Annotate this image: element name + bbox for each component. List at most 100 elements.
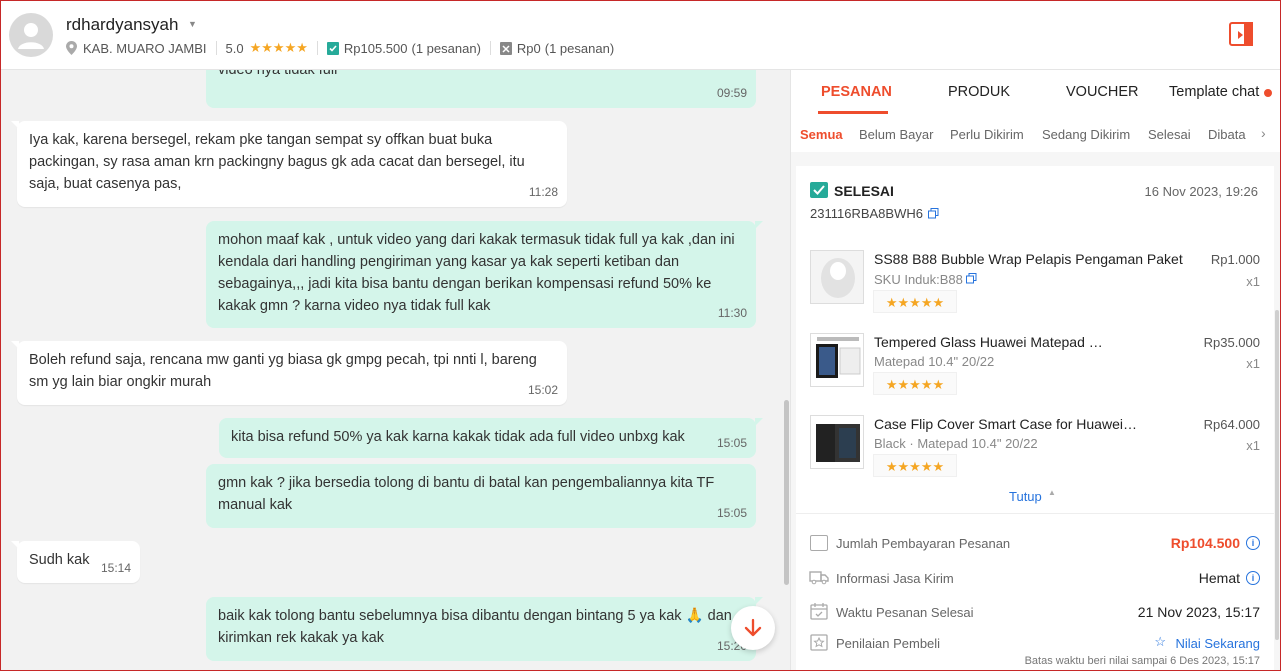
chat-header: rdhardyansyah ▼ KAB. MUARO JAMBI 5.0 ★★★… (0, 0, 1281, 70)
order-card: SELESAI 16 Nov 2023, 19:26 231116RBA8BWH… (796, 166, 1274, 671)
star-outline-icon[interactable]: ☆ (1154, 634, 1166, 650)
product-qty: x1 (1246, 438, 1260, 453)
chat-messages-area[interactable]: video nya tidak full 09:59 Iya kak, kare… (0, 70, 790, 671)
product-name[interactable]: Tempered Glass Huawei Matepad 10.4" 11" … (874, 334, 1104, 350)
order-filter-tabs: Semua Belum Bayar Perlu Dikirim Sedang D… (791, 116, 1281, 152)
paid-check-icon (326, 42, 339, 55)
notification-dot (1264, 89, 1272, 97)
shipping-value: Hemat (1198, 570, 1240, 586)
review-label: Penilaian Pembeli (836, 636, 941, 651)
message-time: 15:02 (527, 383, 558, 397)
payment-value: Rp104.500 (1170, 535, 1240, 551)
message-time: 11:30 (717, 306, 747, 320)
message-time: 15:05 (716, 506, 747, 520)
message-time: 11:28 (528, 185, 558, 199)
buyer-rating: 5.0 (225, 40, 244, 56)
order-side-panel: PESANAN PRODUK VOUCHER Template chat Sem… (790, 70, 1281, 671)
message-time: 09:59 (716, 86, 747, 100)
divider (796, 513, 1274, 514)
filter-semua[interactable]: Semua (800, 127, 843, 142)
truck-icon (809, 571, 829, 585)
chat-scrollbar[interactable] (784, 400, 789, 585)
product-variant: Matepad 10.4" 20/22 (874, 354, 995, 369)
tab-pesanan[interactable]: PESANAN (821, 84, 892, 100)
rate-now-link[interactable]: Nilai Sekarang (1175, 636, 1260, 651)
copy-icon[interactable] (928, 208, 939, 219)
info-icon[interactable]: i (1246, 571, 1260, 585)
order-date: 16 Nov 2023, 19:26 (1144, 184, 1258, 199)
tab-template-chat[interactable]: Template chat (1169, 84, 1259, 100)
arrow-down-icon (744, 618, 762, 637)
product-rating-stars-icon: ★★★★★ (873, 454, 957, 477)
filter-belum-bayar[interactable]: Belum Bayar (859, 127, 933, 142)
message-text: baik kak tolong bantu sebelumnya bisa di… (218, 608, 732, 646)
message-bubble-outgoing: kita bisa refund 50% ya kak karna kakak … (219, 418, 763, 458)
product-rating-stars-icon: ★★★★★ (873, 290, 957, 313)
calendar-check-icon (810, 603, 828, 620)
refund-orders: (1 pesanan) (544, 40, 615, 56)
completed-check-icon (810, 182, 828, 198)
product-name[interactable]: Case Flip Cover Smart Case for Huawei… (874, 416, 1144, 432)
shipping-label: Informasi Jasa Kirim (836, 571, 954, 586)
refund-icon (499, 42, 512, 55)
chevron-right-icon[interactable]: › (1261, 125, 1266, 141)
message-time: 15:05 (716, 436, 747, 450)
payment-label: Jumlah Pembayaran Pesanan (836, 536, 1011, 551)
product-qty: x1 (1246, 356, 1260, 371)
message-time: 15:14 (100, 561, 131, 575)
tab-voucher[interactable]: VOUCHER (1066, 84, 1139, 100)
collapse-link[interactable]: Tutup (1009, 489, 1042, 504)
message-bubble-outgoing: video nya tidak full 09:59 (206, 70, 756, 108)
username[interactable]: rdhardyansyah (66, 15, 178, 35)
user-avatar[interactable] (9, 13, 53, 57)
product-price: Rp1.000 (1210, 252, 1260, 267)
total-spent-orders: (1 pesanan) (411, 40, 481, 56)
filter-selesai[interactable]: Selesai (1148, 127, 1191, 142)
message-text: Boleh refund saja, rencana mw ganti yg b… (29, 352, 537, 390)
message-text: Iya kak, karena bersegel, rekam pke tang… (29, 132, 525, 192)
review-deadline: Batas waktu beri nilai sampai 6 Des 2023… (1024, 655, 1260, 667)
filter-dibatalkan[interactable]: Dibata (1208, 127, 1246, 142)
product-qty: x1 (1246, 274, 1260, 289)
order-status: SELESAI (834, 183, 894, 199)
info-icon[interactable]: i (1246, 536, 1260, 550)
username-dropdown-icon[interactable]: ▼ (188, 19, 197, 29)
completed-time-label: Waktu Pesanan Selesai (836, 605, 974, 620)
divider (316, 41, 318, 55)
message-bubble-incoming: Boleh refund saja, rencana mw ganti yg b… (11, 341, 567, 405)
copy-icon[interactable] (966, 273, 977, 284)
completed-time-value: 21 Nov 2023, 15:17 (1137, 604, 1260, 620)
product-variant: Black · Matepad 10.4" 20/22 (874, 436, 1038, 451)
order-id[interactable]: 231116RBA8BWH6 (810, 206, 923, 221)
product-thumbnail[interactable] (810, 250, 864, 304)
message-bubble-incoming: Iya kak, karena bersegel, rekam pke tang… (11, 121, 567, 207)
buyer-info-bar: KAB. MUARO JAMBI 5.0 ★★★★★ Rp105.500 (1 … (66, 40, 614, 56)
product-price: Rp64.000 (1203, 417, 1260, 432)
product-rating-stars-icon: ★★★★★ (873, 372, 957, 395)
payment-icon (810, 535, 828, 551)
message-text: video nya tidak full (218, 70, 338, 78)
message-bubble-outgoing: mohon maaf kak , untuk video yang dari k… (206, 221, 763, 328)
tab-produk[interactable]: PRODUK (948, 84, 1010, 100)
exit-panel-icon[interactable] (1229, 22, 1253, 46)
message-text: gmn kak ? jika bersedia tolong di bantu … (218, 475, 715, 513)
active-tab-indicator (818, 111, 888, 114)
product-sku: SKU Induk:B88 (874, 272, 963, 287)
message-bubble-incoming: Sudh kak 15:14 (11, 541, 140, 583)
filter-sedang-dikirim[interactable]: Sedang Dikirim (1042, 127, 1130, 142)
divider (489, 41, 491, 55)
side-scrollbar[interactable] (1275, 310, 1279, 640)
refund-total: Rp0 (516, 40, 541, 56)
message-text: mohon maaf kak , untuk video yang dari k… (218, 232, 735, 314)
message-text: kita bisa refund 50% ya kak karna kakak … (231, 429, 685, 445)
chevron-up-icon[interactable]: ▲ (1048, 488, 1056, 497)
product-price: Rp35.000 (1203, 335, 1260, 350)
message-bubble-outgoing: gmn kak ? jika bersedia tolong di bantu … (206, 464, 756, 528)
product-thumbnail[interactable] (810, 415, 864, 469)
scroll-to-bottom-button[interactable] (731, 606, 775, 650)
total-spent: Rp105.500 (343, 40, 408, 56)
product-thumbnail[interactable] (810, 333, 864, 387)
review-star-icon (810, 634, 828, 651)
filter-perlu-dikirim[interactable]: Perlu Dikirim (950, 127, 1024, 142)
product-name[interactable]: SS88 B88 Bubble Wrap Pelapis Pengaman Pa… (874, 251, 1194, 267)
